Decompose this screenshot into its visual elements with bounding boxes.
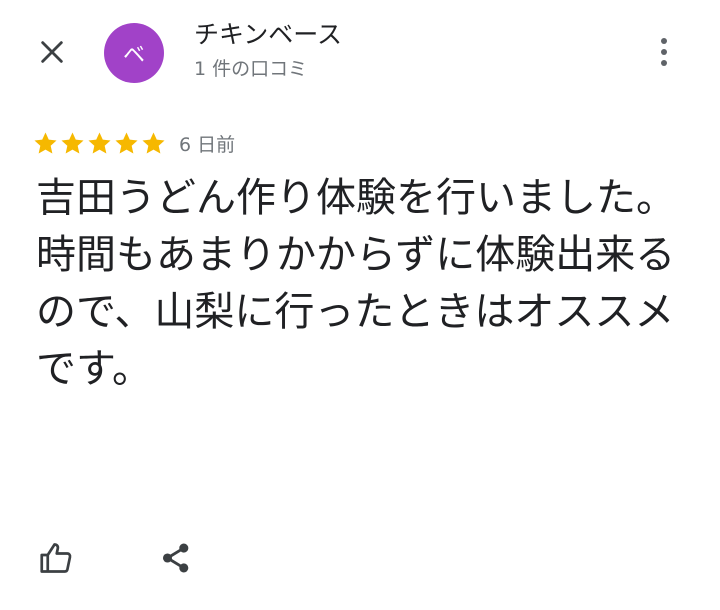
- avatar-initial: ベ: [122, 43, 145, 68]
- thumb-up-icon: [40, 543, 72, 573]
- star-icon: [115, 131, 138, 154]
- reviewer-name[interactable]: チキンベース: [194, 19, 342, 51]
- star-rating: [32, 130, 167, 157]
- star-icon: [142, 131, 165, 154]
- more-vert-icon: [661, 38, 667, 66]
- share-icon: [162, 543, 189, 573]
- star-icon: [61, 131, 84, 154]
- reviewer-review-count: 1 件の口コミ: [194, 58, 308, 80]
- close-button[interactable]: [30, 30, 74, 74]
- star-icon: [34, 131, 57, 154]
- rating-row: 6 日前: [32, 128, 235, 158]
- review-text: 吉田うどん作り体験を行いました。 時間もあまりかからずに体験出来るので、山梨に行…: [36, 175, 676, 392]
- more-options-button[interactable]: [646, 28, 682, 76]
- share-button[interactable]: [154, 536, 198, 580]
- like-button[interactable]: [34, 536, 78, 580]
- review-date: 6 日前: [179, 133, 236, 156]
- avatar[interactable]: ベ: [104, 23, 164, 83]
- close-icon: [41, 41, 63, 63]
- star-icon: [88, 131, 111, 154]
